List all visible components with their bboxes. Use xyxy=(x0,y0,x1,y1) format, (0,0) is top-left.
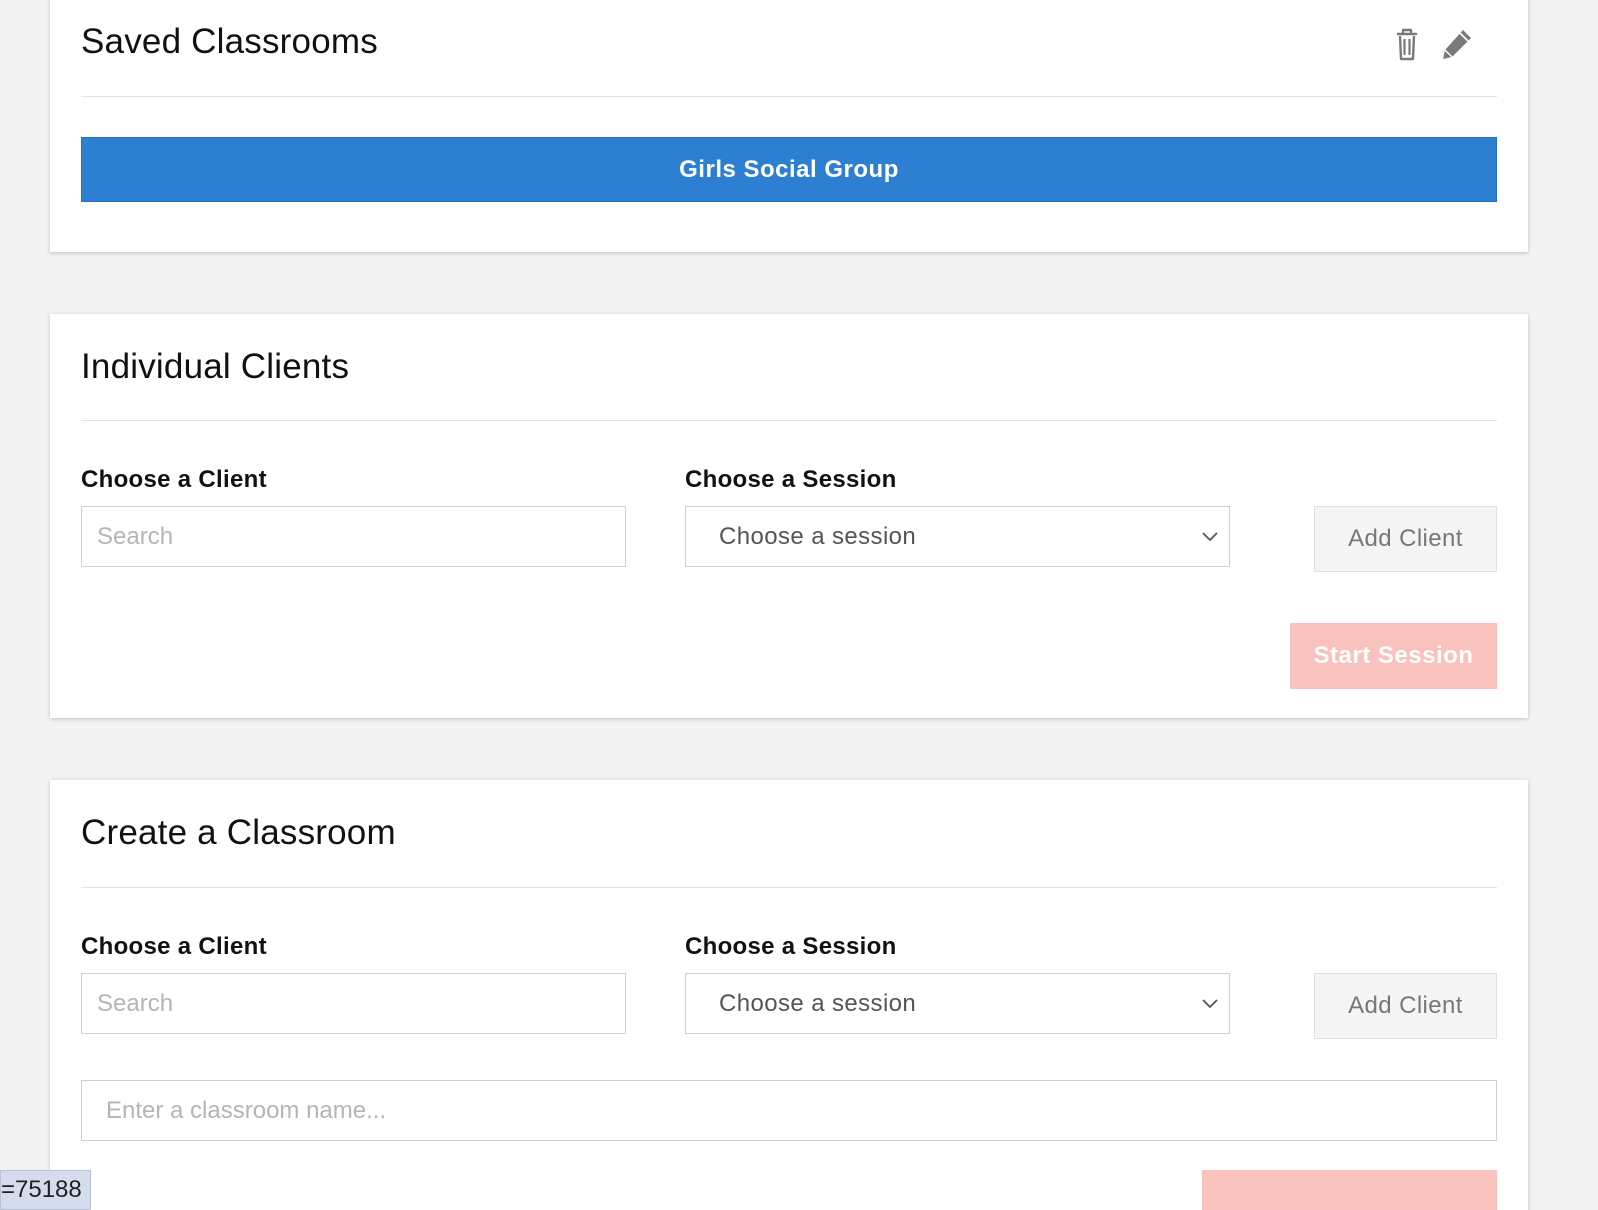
page: Saved Classrooms Girls Social Group Indi… xyxy=(0,0,1598,1210)
chevron-down-icon xyxy=(1202,999,1218,1009)
create-classroom-divider xyxy=(81,887,1497,888)
session-select-value: Choose a session xyxy=(719,522,917,550)
classroom-client-search-input[interactable] xyxy=(81,973,626,1034)
individual-clients-title: Individual Clients xyxy=(81,347,350,386)
chevron-down-icon xyxy=(1202,532,1218,542)
session-select[interactable]: Choose a session xyxy=(685,506,1230,567)
client-search-input[interactable] xyxy=(81,506,626,567)
debug-id-tag: =75188 xyxy=(0,1170,91,1210)
create-classroom-title: Create a Classroom xyxy=(81,813,396,852)
individual-clients-card: Individual Clients Choose a Client Choos… xyxy=(50,314,1528,718)
saved-classrooms-card: Saved Classrooms Girls Social Group xyxy=(50,0,1528,252)
classroom-session-select-value: Choose a session xyxy=(719,989,917,1017)
trash-icon[interactable] xyxy=(1387,24,1427,64)
individual-clients-divider xyxy=(81,420,1497,421)
saved-classrooms-title: Saved Classrooms xyxy=(81,22,378,61)
classroom-add-client-button[interactable]: Add Client xyxy=(1314,973,1497,1039)
choose-session-label: Choose a Session xyxy=(685,466,897,493)
create-classroom-submit-button[interactable] xyxy=(1202,1170,1497,1210)
choose-client-label: Choose a Client xyxy=(81,466,267,493)
add-client-button[interactable]: Add Client xyxy=(1314,506,1497,572)
start-session-button[interactable]: Start Session xyxy=(1290,623,1497,689)
pencil-icon[interactable] xyxy=(1437,24,1477,64)
classroom-button-girls-social-group[interactable]: Girls Social Group xyxy=(81,137,1497,202)
saved-classrooms-divider xyxy=(81,96,1497,97)
create-classroom-card: Create a Classroom Choose a Client Choos… xyxy=(50,780,1528,1210)
choose-client-label: Choose a Client xyxy=(81,933,267,960)
classroom-name-input[interactable] xyxy=(81,1080,1497,1141)
choose-session-label: Choose a Session xyxy=(685,933,897,960)
classroom-session-select[interactable]: Choose a session xyxy=(685,973,1230,1034)
